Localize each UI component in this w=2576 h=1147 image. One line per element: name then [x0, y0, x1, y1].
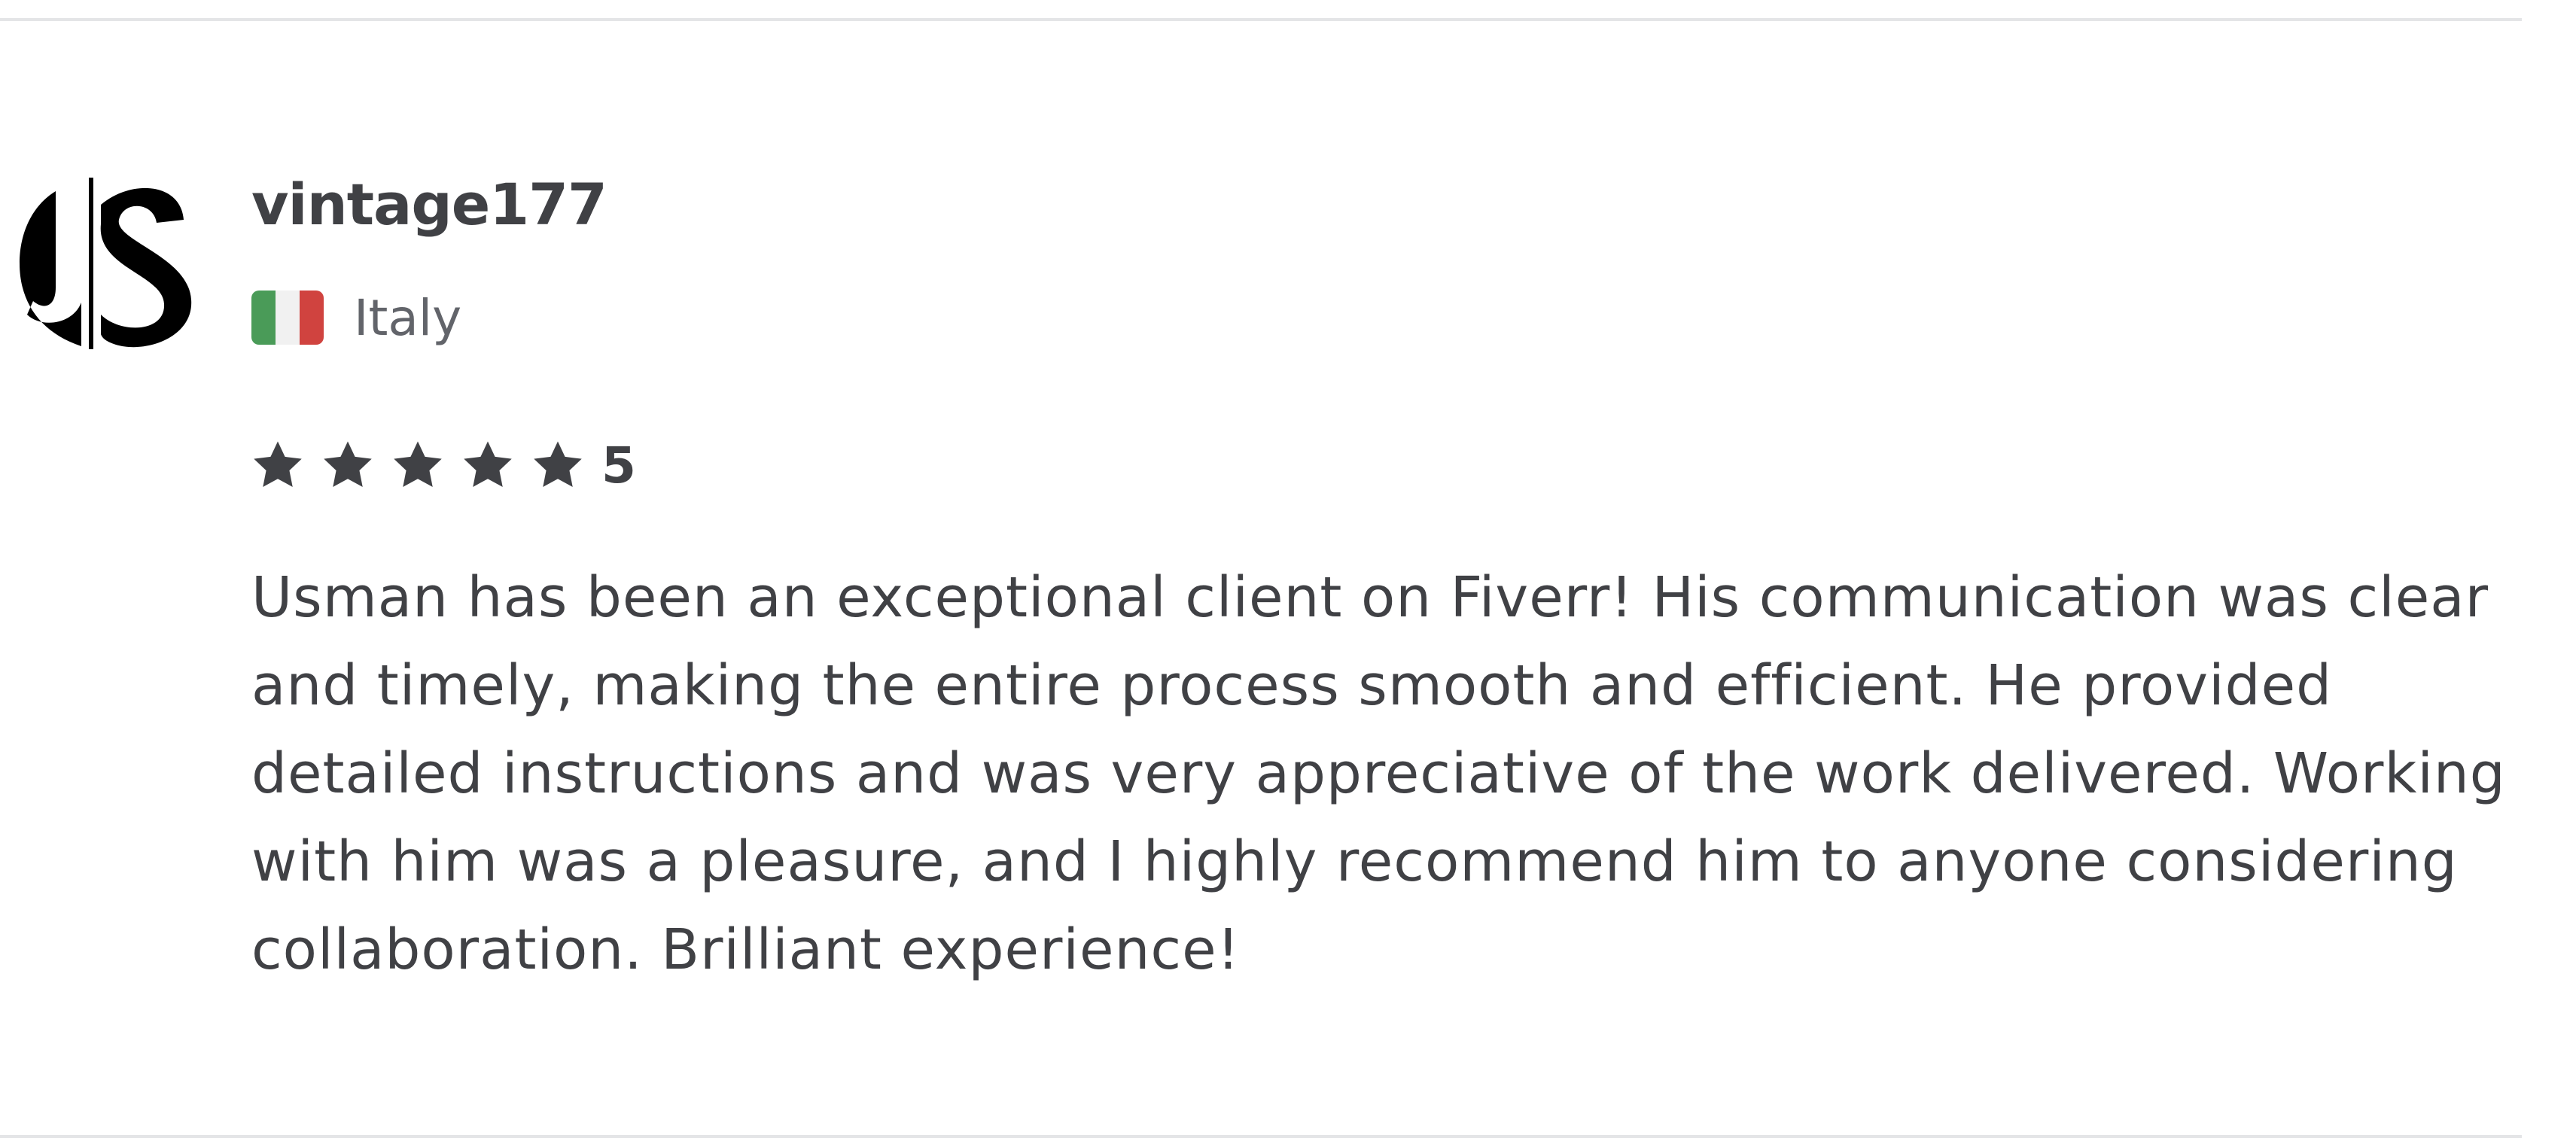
italy-flag-icon [251, 291, 324, 345]
rating-value: 5 [601, 436, 636, 494]
reviewer-username[interactable]: vintage177 [251, 170, 607, 239]
rating: 5 [250, 434, 636, 497]
review-text: Usman has been an exceptional client on … [251, 565, 2506, 982]
reviewer-country: Italy [354, 288, 462, 347]
star-icon [390, 437, 446, 493]
top-divider [0, 18, 2522, 21]
star-icon [530, 437, 586, 493]
reviewer-location: Italy [251, 280, 461, 355]
avatar-logo-icon [20, 176, 194, 351]
star-icon [250, 437, 306, 493]
bottom-divider [0, 1135, 2522, 1138]
star-icon [320, 437, 376, 493]
avatar[interactable] [18, 175, 196, 352]
star-icon [460, 437, 516, 493]
